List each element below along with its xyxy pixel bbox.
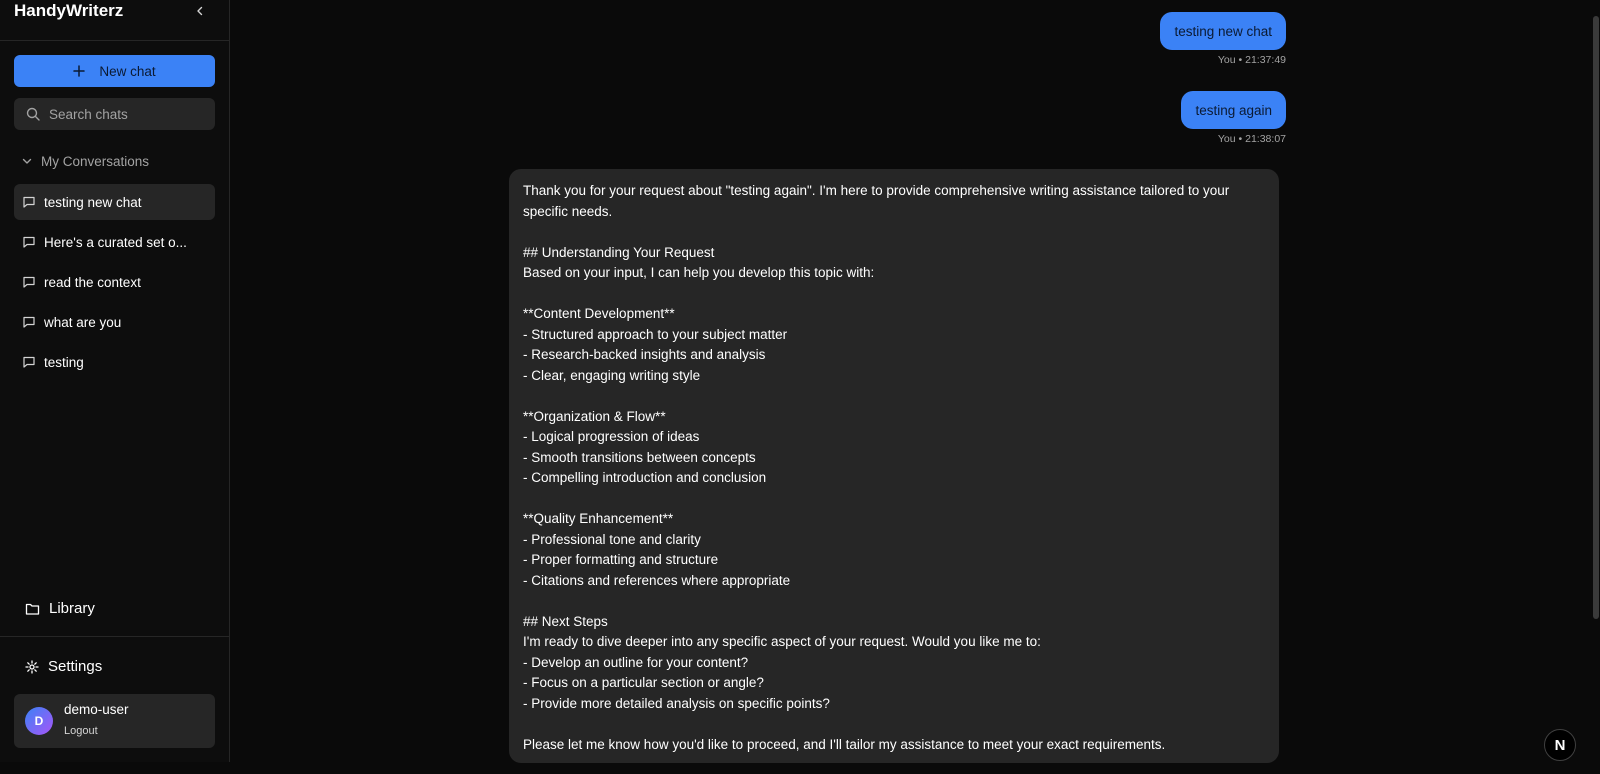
chat-bubble-icon	[23, 196, 35, 208]
conversations-section-toggle[interactable]: My Conversations	[22, 151, 149, 171]
user-card: D demo-user Logout	[14, 694, 215, 748]
conversation-label: Here's a curated set o...	[44, 234, 187, 250]
sidebar: HandyWriterz New chat My Conversation	[0, 0, 230, 762]
sidebar-divider	[0, 636, 229, 637]
library-link[interactable]: Library	[25, 600, 95, 617]
conversation-item[interactable]: read the context	[14, 264, 215, 300]
assistant-message: Thank you for your request about "testin…	[509, 169, 1279, 763]
chat-bubble-icon	[23, 316, 35, 328]
user-message: testing new chat	[1160, 12, 1286, 50]
folder-icon	[25, 603, 40, 615]
library-label: Library	[49, 600, 95, 617]
search-input[interactable]	[49, 106, 199, 122]
conversation-item[interactable]: testing	[14, 344, 215, 380]
conversation-item[interactable]: testing new chat	[14, 184, 215, 220]
settings-link[interactable]: Settings	[25, 658, 102, 675]
chat-bubble-icon	[23, 236, 35, 248]
conversation-item[interactable]: what are you	[14, 304, 215, 340]
settings-label: Settings	[48, 658, 103, 675]
chevron-left-icon	[197, 6, 203, 16]
message-meta: You • 21:37:49	[1217, 54, 1286, 66]
user-name: demo-user	[64, 702, 129, 717]
message-meta: You • 21:38:07	[1217, 133, 1286, 145]
conversation-label: testing	[44, 354, 84, 370]
gear-icon	[25, 659, 39, 674]
chevron-down-icon	[22, 158, 32, 164]
collapse-sidebar-button[interactable]	[191, 2, 209, 20]
next-dev-badge[interactable]: N	[1544, 729, 1576, 761]
conversation-list: testing new chat Here's a curated set o.…	[14, 184, 215, 384]
app-window: HandyWriterz New chat My Conversation	[0, 0, 1600, 774]
scrollbar-thumb[interactable]	[1593, 16, 1599, 619]
search-box[interactable]	[14, 98, 215, 130]
chat-bubble-icon	[23, 356, 35, 368]
search-icon	[26, 107, 40, 121]
logout-link[interactable]: Logout	[64, 725, 98, 737]
app-title: HandyWriterz	[14, 1, 124, 20]
conversation-label: testing new chat	[44, 194, 142, 210]
conversation-label: what are you	[44, 314, 122, 330]
conversation-label: read the context	[44, 274, 141, 290]
plus-icon	[73, 65, 86, 77]
section-label: My Conversations	[41, 153, 150, 169]
user-message: testing again	[1181, 91, 1286, 129]
new-chat-label: New chat	[99, 63, 156, 79]
avatar: D	[25, 707, 53, 735]
chat-bubble-icon	[23, 276, 35, 288]
sidebar-divider	[0, 40, 229, 41]
conversation-item[interactable]: Here's a curated set o...	[14, 224, 215, 260]
new-chat-button[interactable]: New chat	[14, 55, 215, 87]
